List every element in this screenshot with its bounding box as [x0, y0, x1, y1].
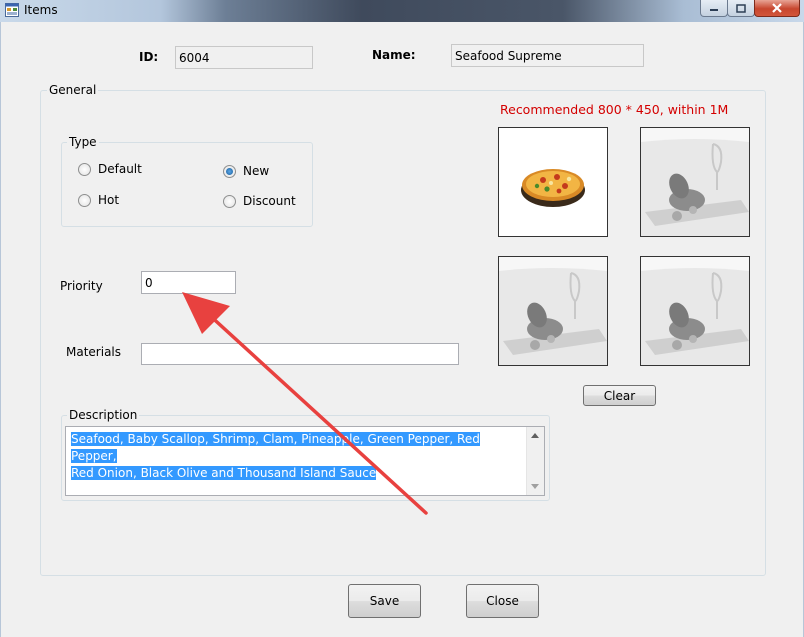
radio-default-label: Default [98, 162, 142, 176]
description-text: Seafood, Baby Scallop, Shrimp, Clam, Pin… [71, 431, 526, 482]
pizza-image [521, 169, 585, 207]
roast-chicken-image [499, 257, 607, 365]
minimize-icon [710, 9, 718, 11]
image-slot-2[interactable] [640, 127, 750, 237]
clear-images-button[interactable]: Clear [583, 385, 656, 406]
image-slot-3[interactable] [498, 256, 608, 366]
close-icon [772, 3, 782, 13]
description-textarea[interactable]: Seafood, Baby Scallop, Shrimp, Clam, Pin… [65, 426, 545, 496]
type-group: Type [61, 135, 313, 227]
close-window-button[interactable] [754, 0, 800, 17]
description-line-2: Red Onion, Black Olive and Thousand Isla… [71, 466, 377, 480]
radio-hot-label: Hot [98, 193, 120, 207]
image-slot-4[interactable] [640, 256, 750, 366]
radio-new[interactable]: New [223, 164, 269, 178]
radio-new-circle[interactable] [223, 164, 236, 178]
description-scrollbar[interactable] [526, 427, 544, 495]
id-field[interactable]: 6004 [175, 46, 313, 69]
maximize-button[interactable] [727, 0, 755, 17]
priority-input[interactable]: 0 [141, 271, 236, 294]
image-size-hint: Recommended 800 * 450, within 1M [500, 102, 729, 117]
radio-discount-circle[interactable] [223, 194, 236, 208]
priority-label: Priority [60, 279, 103, 293]
save-button[interactable]: Save [348, 584, 421, 618]
roast-chicken-image [641, 128, 749, 236]
close-button[interactable]: Close [466, 584, 539, 618]
materials-input[interactable] [141, 343, 459, 365]
description-line-1: Seafood, Baby Scallop, Shrimp, Clam, Pin… [71, 432, 480, 463]
image-slot-1[interactable] [498, 127, 608, 237]
radio-hot-circle[interactable] [78, 193, 91, 207]
title-bar: Items [0, 0, 804, 23]
description-legend: Description [67, 408, 140, 422]
materials-label: Materials [66, 345, 122, 359]
minimize-button[interactable] [700, 0, 728, 17]
name-label: Name: [372, 48, 416, 62]
radio-default-circle[interactable] [78, 162, 91, 176]
radio-default[interactable]: Default [78, 162, 142, 176]
app-icon [5, 3, 19, 17]
radio-new-label: New [243, 164, 270, 178]
id-label: ID: [139, 50, 159, 64]
radio-hot[interactable]: Hot [78, 193, 119, 207]
type-legend: Type [67, 135, 99, 149]
scroll-up-icon[interactable] [531, 433, 539, 438]
maximize-icon [736, 3, 746, 13]
general-legend: General [47, 83, 99, 97]
roast-chicken-image [641, 257, 749, 365]
window-title: Items [24, 3, 58, 17]
name-field[interactable]: Seafood Supreme [451, 44, 644, 67]
radio-discount-label: Discount [243, 194, 296, 208]
scroll-down-icon[interactable] [531, 484, 539, 489]
radio-discount[interactable]: Discount [223, 194, 296, 208]
